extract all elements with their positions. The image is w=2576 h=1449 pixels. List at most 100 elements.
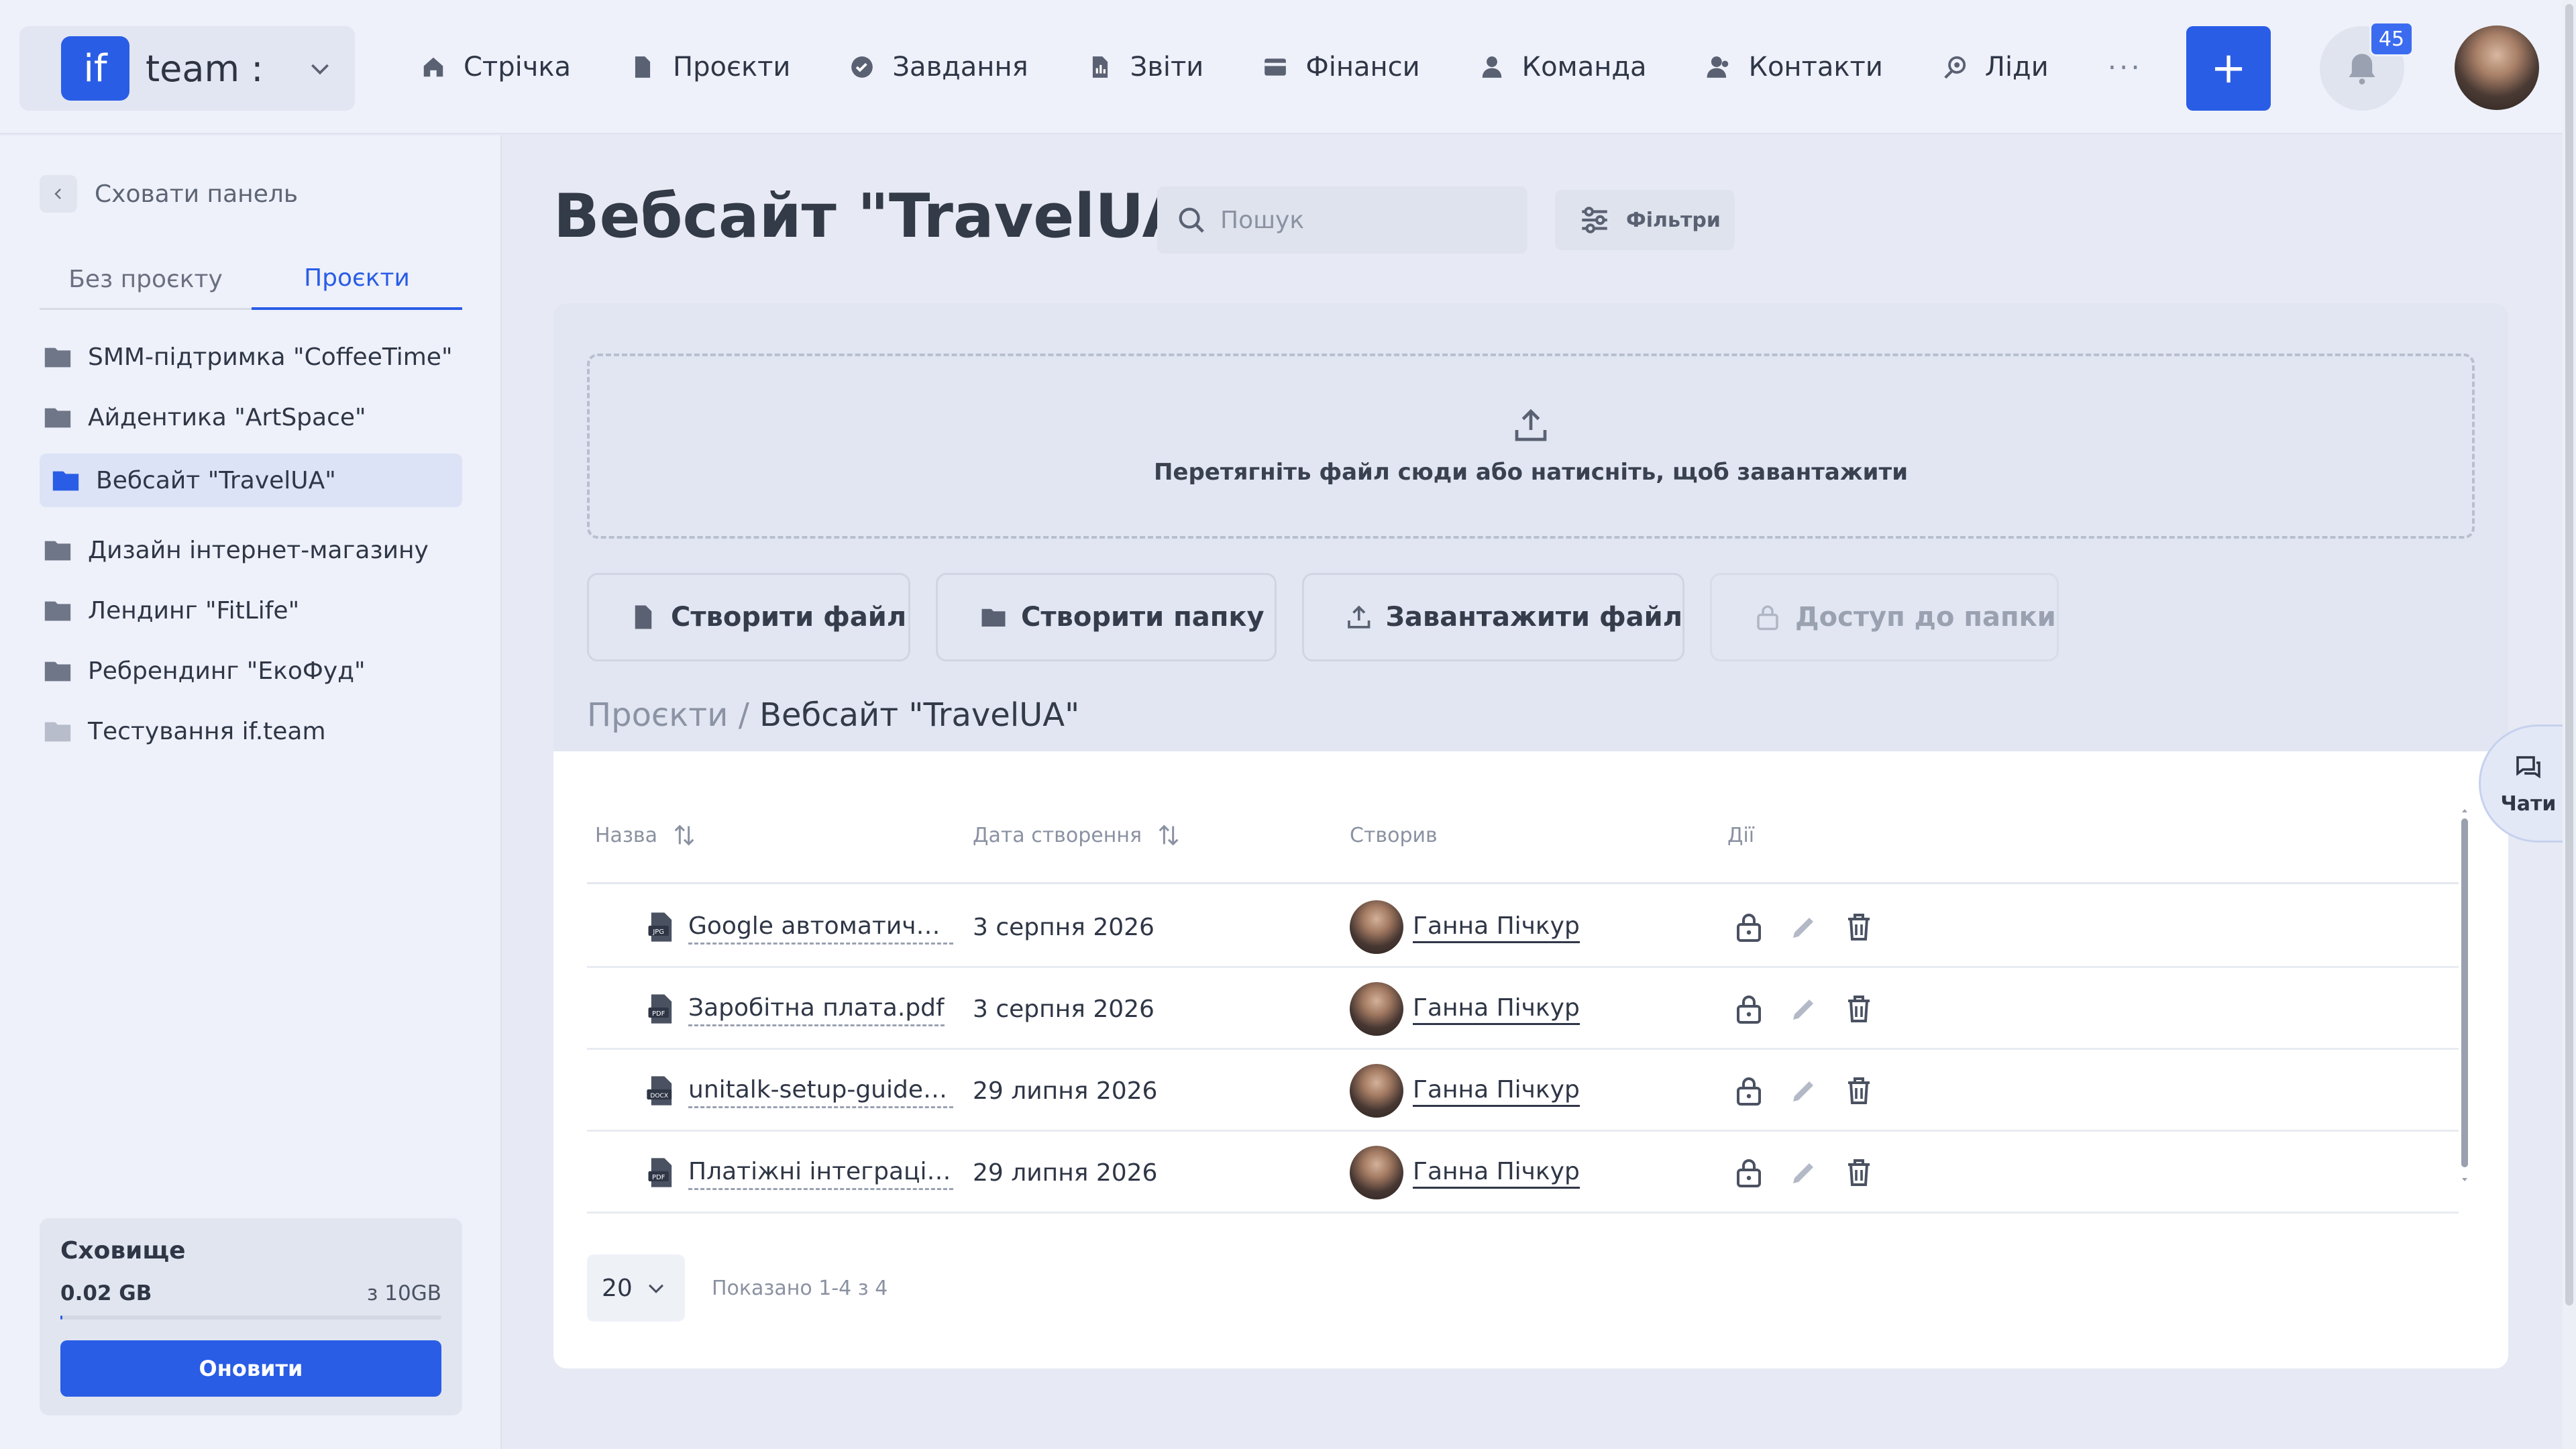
nav-item-label: Звіти <box>1130 52 1204 83</box>
nav-item-label: Команда <box>1521 52 1647 83</box>
sidebar-item-project[interactable]: Тестування if.team <box>40 704 462 758</box>
page-size-select[interactable]: 20 <box>587 1254 685 1322</box>
upload-icon <box>1348 605 1371 629</box>
upload-icon <box>1515 409 1547 441</box>
create-file-label: Створити файл <box>671 602 907 633</box>
project-list: SMM-підтримка "CoffeeTime" Айдентика "Ar… <box>40 330 462 765</box>
search-icon <box>1179 207 1204 233</box>
nav-item-reports[interactable]: Звіти <box>1087 40 1204 94</box>
scroll-up-icon <box>2462 809 2467 812</box>
nav-item-contacts[interactable]: Контакти <box>1706 40 1883 94</box>
jpg-file-icon: JPG <box>648 912 672 942</box>
lock-icon[interactable] <box>1733 911 1765 943</box>
sort-icon <box>1159 824 1179 846</box>
row-actions <box>1733 1132 1898 1214</box>
nav-item-label: Завдання <box>892 52 1028 83</box>
create-folder-button[interactable]: Створити папку <box>936 573 1277 661</box>
page-scrollbar[interactable] <box>2563 0 2576 1449</box>
nav-item-label: Проєкти <box>673 52 791 83</box>
column-date[interactable]: Дата створення <box>973 786 1182 884</box>
author-avatar <box>1350 982 1403 1036</box>
svg-text:DOCX: DOCX <box>650 1093 668 1099</box>
file-name[interactable]: Платіжні інтеграції.pdf <box>688 1156 953 1190</box>
trash-icon[interactable] <box>1843 911 1875 943</box>
contacts-icon <box>1707 56 1728 78</box>
lock-icon[interactable] <box>1733 993 1765 1025</box>
file-name[interactable]: Заробітна плата.pdf <box>688 992 945 1026</box>
table-scrollbar[interactable] <box>2461 805 2468 1186</box>
folder-access-button[interactable]: Доступ до папки <box>1710 573 2059 661</box>
storage-title: Сховище <box>60 1237 186 1265</box>
file-name-cell[interactable]: PDF Платіжні інтеграції.pdf <box>644 1132 953 1214</box>
lock-icon[interactable] <box>1733 1075 1765 1107</box>
tab-projects[interactable]: Проєкти <box>252 248 462 310</box>
filters-button[interactable]: Фільтри <box>1555 190 1735 250</box>
nav-item-feed[interactable]: Стрічка <box>421 40 571 94</box>
column-author: Створив <box>1350 786 1438 884</box>
table-row[interactable]: PDF Заробітна плата.pdf 3 серпня 2026 Га… <box>587 968 2459 1050</box>
file-name-cell[interactable]: DOCX unitalk-setup-guide.d... <box>644 1050 953 1132</box>
lock-icon[interactable] <box>1733 1157 1765 1189</box>
sidebar-item-label: Вебсайт "TravelUA" <box>96 466 336 494</box>
create-folder-label: Створити папку <box>1021 602 1265 633</box>
chevron-down-icon <box>311 64 329 75</box>
create-button[interactable]: + <box>2186 26 2271 111</box>
storage-progress-fill <box>60 1316 62 1320</box>
app-logo: if <box>61 36 129 101</box>
sidebar-item-project[interactable]: Ребрендинг "ЕкоФуд" <box>40 644 462 698</box>
table-row[interactable]: JPG Google автоматично в... 3 серпня 202… <box>587 886 2459 968</box>
nav-item-tasks[interactable]: Завдання <box>849 40 1028 94</box>
nav-item-finance[interactable]: Фінанси <box>1263 40 1420 94</box>
sidebar-item-project[interactable]: SMM-підтримка "CoffeeTime" <box>40 330 462 384</box>
search-box[interactable] <box>1157 186 1527 254</box>
folder-icon <box>52 471 79 491</box>
file-name-cell[interactable]: PDF Заробітна плата.pdf <box>644 968 945 1050</box>
hide-panel-button[interactable]: Сховати панель <box>40 175 298 213</box>
search-input[interactable] <box>1220 206 1515 234</box>
edit-icon[interactable] <box>1788 1075 1820 1107</box>
chevron-left-icon <box>40 175 77 213</box>
author-name[interactable]: Ганна Пічкур <box>1413 912 1580 943</box>
file-name[interactable]: Google автоматично в... <box>688 910 953 945</box>
nav-more-button[interactable]: ··· <box>2108 40 2143 94</box>
nav-item-leads[interactable]: Ліди <box>1942 40 2049 94</box>
breadcrumb-root[interactable]: Проєкти <box>587 696 728 734</box>
workspace-switcher[interactable]: if team : <box>19 26 355 111</box>
file-date: 3 серпня 2026 <box>973 913 1155 941</box>
nav-item-projects[interactable]: Проєкти <box>630 40 790 94</box>
sidebar-item-label: Ребрендинг "ЕкоФуд" <box>88 657 366 685</box>
author-name[interactable]: Ганна Пічкур <box>1413 1157 1580 1189</box>
edit-icon[interactable] <box>1788 993 1820 1025</box>
leads-icon <box>1944 56 1966 79</box>
file-name[interactable]: unitalk-setup-guide.d... <box>688 1074 953 1108</box>
sidebar-item-label: Тестування if.team <box>88 717 326 745</box>
table-row[interactable]: PDF Платіжні інтеграції.pdf 29 липня 202… <box>587 1132 2459 1214</box>
filters-label: Фільтри <box>1626 208 1721 232</box>
sidebar-item-project[interactable]: Айдентика "ArtSpace" <box>40 390 462 444</box>
author-name[interactable]: Ганна Пічкур <box>1413 994 1580 1025</box>
sidebar-item-project[interactable]: Лендинг "FitLife" <box>40 584 462 637</box>
edit-icon[interactable] <box>1788 911 1820 943</box>
row-actions <box>1733 886 1898 968</box>
edit-icon[interactable] <box>1788 1157 1820 1189</box>
upload-file-button[interactable]: Завантажити файл <box>1302 573 1684 661</box>
create-file-button[interactable]: Створити файл <box>587 573 910 661</box>
trash-icon[interactable] <box>1843 1157 1875 1189</box>
nav-item-label: Стрічка <box>464 52 572 83</box>
folder-icon <box>44 541 71 561</box>
author-name[interactable]: Ганна Пічкур <box>1413 1075 1580 1107</box>
upload-dropzone[interactable]: Перетягніть файл сюди або натисніть, щоб… <box>587 354 2475 539</box>
sidebar-item-project[interactable]: Дизайн інтернет-магазину <box>40 523 462 577</box>
tab-no-project[interactable]: Без проєкту <box>40 248 252 310</box>
user-avatar[interactable] <box>2455 25 2539 110</box>
page-scrollbar-thumb[interactable] <box>2565 4 2573 1305</box>
trash-icon[interactable] <box>1843 1075 1875 1107</box>
sidebar-item-project-active[interactable]: Вебсайт "TravelUA" <box>40 453 462 507</box>
trash-icon[interactable] <box>1843 993 1875 1025</box>
table-row[interactable]: DOCX unitalk-setup-guide.d... 29 липня 2… <box>587 1050 2459 1132</box>
nav-item-team[interactable]: Команда <box>1479 40 1647 94</box>
upgrade-button[interactable]: Оновити <box>60 1340 441 1397</box>
column-name[interactable]: Назва <box>595 786 698 884</box>
file-name-cell[interactable]: JPG Google автоматично в... <box>644 886 953 968</box>
table-scrollbar-thumb[interactable] <box>2461 818 2468 1167</box>
